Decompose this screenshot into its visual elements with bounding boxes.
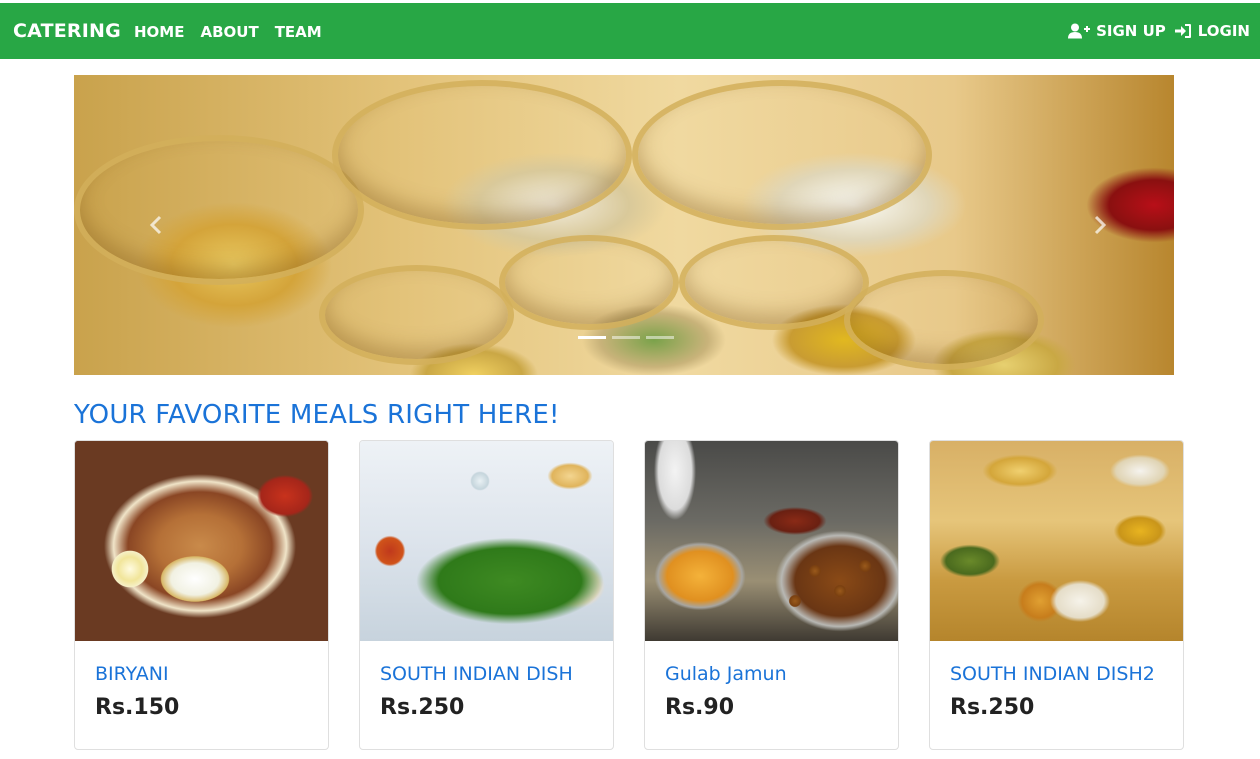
login-button[interactable]: LOGIN [1174, 22, 1250, 40]
meal-image [75, 441, 328, 641]
nav-auth: SIGN UP LOGIN [1068, 22, 1250, 40]
meal-card-south-indian-dish2[interactable]: SOUTH INDIAN DISH2 Rs.250 [929, 440, 1184, 750]
signup-label: SIGN UP [1096, 22, 1166, 40]
meal-image [360, 441, 613, 641]
carousel-food-pot [679, 235, 869, 330]
carousel-food-pot [499, 235, 679, 330]
carousel-food-pot [319, 265, 514, 365]
section-title: YOUR FAVORITE MEALS RIGHT HERE! [74, 400, 560, 430]
meal-price: Rs.90 [665, 695, 735, 720]
meal-price: Rs.250 [380, 695, 465, 720]
meal-title[interactable]: BIRYANI [95, 663, 169, 685]
hero-carousel [74, 75, 1174, 375]
carousel-indicator[interactable] [578, 336, 606, 339]
meal-price: Rs.150 [95, 695, 180, 720]
meal-card-biryani[interactable]: BIRYANI Rs.150 [74, 440, 329, 750]
carousel-indicator[interactable] [646, 336, 674, 339]
carousel-food-pot [844, 270, 1044, 370]
user-plus-icon [1068, 23, 1091, 39]
meal-cards: BIRYANI Rs.150 SOUTH INDIAN DISH Rs.250 … [74, 440, 1184, 750]
meal-title[interactable]: Gulab Jamun [665, 663, 787, 685]
carousel-prev-arrow[interactable] [148, 215, 168, 235]
meal-card-south-indian-dish[interactable]: SOUTH INDIAN DISH Rs.250 [359, 440, 614, 750]
navbar: CATERING HOME ABOUT TEAM SIGN UP LOGIN [0, 3, 1260, 59]
carousel-food-pot [74, 135, 364, 285]
carousel-next-arrow[interactable] [1092, 215, 1112, 235]
nav-links: HOME ABOUT TEAM [134, 23, 322, 41]
brand-logo[interactable]: CATERING [13, 20, 121, 42]
carousel-indicator[interactable] [612, 336, 640, 339]
meal-image [930, 441, 1183, 641]
meal-image [645, 441, 898, 641]
carousel-food-pot [332, 80, 632, 230]
carousel-indicators [578, 336, 674, 339]
sign-in-icon [1174, 23, 1192, 39]
nav-link-home[interactable]: HOME [134, 23, 184, 41]
nav-link-team[interactable]: TEAM [275, 23, 322, 41]
signup-button[interactable]: SIGN UP [1068, 22, 1166, 40]
meal-card-gulab-jamun[interactable]: Gulab Jamun Rs.90 [644, 440, 899, 750]
carousel-food-pot [632, 80, 932, 230]
nav-link-about[interactable]: ABOUT [200, 23, 258, 41]
login-label: LOGIN [1197, 22, 1250, 40]
meal-price: Rs.250 [950, 695, 1035, 720]
meal-title[interactable]: SOUTH INDIAN DISH2 [950, 663, 1155, 685]
meal-title[interactable]: SOUTH INDIAN DISH [380, 663, 573, 685]
